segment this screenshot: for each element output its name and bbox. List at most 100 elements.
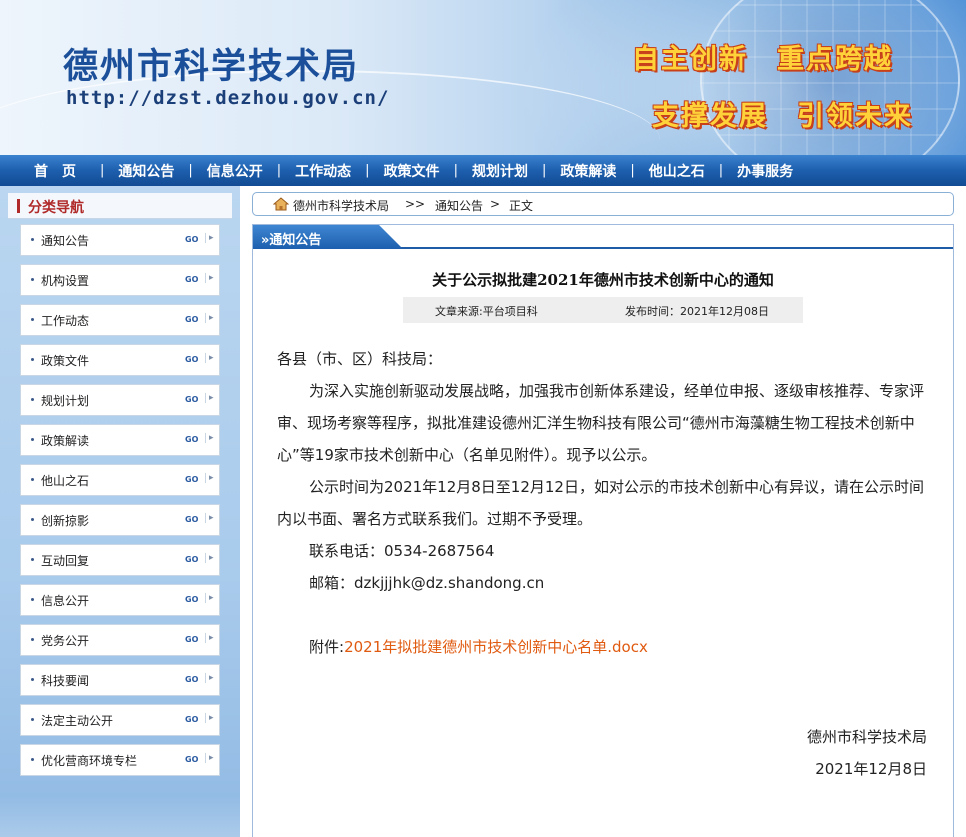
- contact-phone: 联系电话：0534-2687564: [309, 542, 495, 560]
- title-bar-icon: [17, 199, 20, 213]
- bullet-icon: [31, 598, 34, 601]
- article-meta: 文章来源:平台项目科 发布时间：2021年12月08日: [403, 297, 803, 323]
- arrow-right-icon: ▸: [205, 673, 214, 683]
- bullet-icon: [31, 318, 34, 321]
- breadcrumb-current: 正文: [509, 199, 534, 213]
- breadcrumb-separator: >>: [405, 197, 426, 211]
- nav-separator: |: [453, 163, 458, 178]
- sidebar-item-policy-interpretation[interactable]: 政策解读 GO ▸: [20, 424, 220, 456]
- contact-email: 邮箱：dzkjjjhk@dz.shandong.cn: [309, 574, 545, 592]
- article-publish-time: 发布时间：2021年12月08日: [625, 305, 769, 318]
- sidebar-item-label: 互动回复: [41, 554, 90, 568]
- nav-separator: |: [100, 163, 105, 178]
- article-body: 各县（市、区）科技局： 为深入实施创新驱动发展战略，加强我市创新体系建设，经单位…: [277, 343, 929, 663]
- signature-date: 2021年12月8日: [815, 760, 927, 778]
- breadcrumb-home-link[interactable]: 德州市科学技术局: [293, 197, 389, 214]
- bullet-icon: [31, 638, 34, 641]
- nav-separator: |: [630, 163, 635, 178]
- go-icon[interactable]: GO: [185, 275, 198, 284]
- sidebar-item-work-news[interactable]: 工作动态 GO ▸: [20, 304, 220, 336]
- sidebar-item-sci-tech-news[interactable]: 科技要闻 GO ▸: [20, 664, 220, 696]
- sidebar-item-label: 优化营商环境专栏: [41, 754, 138, 768]
- signature-org: 德州市科学技术局: [806, 728, 927, 746]
- go-icon[interactable]: GO: [185, 435, 198, 444]
- go-icon[interactable]: GO: [185, 755, 198, 764]
- bullet-icon: [31, 478, 34, 481]
- breadcrumb-separator: >: [490, 197, 501, 211]
- nav-separator: |: [541, 163, 547, 178]
- sidebar-item-statutory-disclosure[interactable]: 法定主动公开 GO ▸: [20, 704, 220, 736]
- go-icon[interactable]: GO: [185, 395, 198, 404]
- nav-item-policy-docs[interactable]: 政策文件: [384, 161, 440, 181]
- sidebar-item-info-disclosure[interactable]: 信息公开 GO ▸: [20, 584, 220, 616]
- nav-separator: |: [276, 163, 282, 178]
- bullet-icon: [31, 278, 34, 281]
- go-icon[interactable]: GO: [185, 475, 198, 484]
- nav-item-policy-interpretation[interactable]: 政策解读: [560, 161, 616, 181]
- sidebar-item-label: 政策解读: [41, 434, 90, 448]
- arrow-right-icon: ▸: [205, 633, 214, 643]
- breadcrumb-section-link[interactable]: 通知公告: [435, 197, 483, 214]
- arrow-right-icon: ▸: [205, 313, 214, 323]
- home-icon[interactable]: [273, 197, 289, 211]
- breadcrumb: 德州市科学技术局 >> 通知公告 > 正文: [252, 192, 954, 216]
- nav-separator: |: [365, 163, 370, 178]
- nav-item-home[interactable]: 首页: [34, 161, 90, 181]
- sidebar-item-label: 创新掠影: [41, 514, 90, 528]
- sidebar-item-label: 政策文件: [41, 354, 90, 368]
- slogan-line-1: 自主创新 重点跨越: [632, 44, 893, 75]
- arrow-right-icon: ▸: [205, 353, 214, 363]
- article-panel: »通知公告 关于公示拟批建2021年德州市技术创新中心的通知 文章来源:平台项目…: [252, 224, 954, 837]
- sidebar-item-party-affairs[interactable]: 党务公开 GO ▸: [20, 624, 220, 656]
- article-salutation: 各县（市、区）科技局：: [277, 350, 443, 368]
- sidebar-item-policy-docs[interactable]: 政策文件 GO ▸: [20, 344, 220, 376]
- article-signature: 德州市科学技术局 2021年12月8日: [807, 721, 927, 785]
- sidebar-item-label: 信息公开: [41, 594, 90, 608]
- go-icon[interactable]: GO: [185, 235, 198, 244]
- go-icon[interactable]: GO: [185, 555, 198, 564]
- sidebar-item-label: 法定主动公开: [41, 714, 114, 728]
- sidebar-title: 分类导航: [8, 193, 232, 219]
- arrow-right-icon: ▸: [205, 433, 214, 443]
- nav-item-services[interactable]: 办事服务: [737, 161, 793, 181]
- bullet-icon: [31, 558, 34, 561]
- sidebar-item-label: 他山之石: [41, 474, 90, 488]
- sidebar-title-text: 分类导航: [28, 200, 84, 216]
- go-icon[interactable]: GO: [185, 635, 198, 644]
- arrow-right-icon: ▸: [205, 473, 214, 483]
- bullet-icon: [31, 238, 34, 241]
- attachment-link[interactable]: 2021年拟批建德州市技术创新中心名单.docx: [344, 638, 648, 656]
- attachment-label: 附件:: [309, 638, 345, 656]
- sidebar-item-interactive-replies[interactable]: 互动回复 GO ▸: [20, 544, 220, 576]
- sidebar-item-label: 通知公告: [41, 234, 90, 248]
- go-icon[interactable]: GO: [185, 715, 198, 724]
- nav-item-notices[interactable]: 通知公告: [118, 161, 174, 181]
- sidebar-item-plans[interactable]: 规划计划 GO ▸: [20, 384, 220, 416]
- nav-item-info-disclosure[interactable]: 信息公开: [207, 161, 263, 181]
- nav-item-references[interactable]: 他山之石: [649, 161, 705, 181]
- panel-header: »通知公告: [253, 225, 953, 249]
- nav-item-work-news[interactable]: 工作动态: [295, 161, 351, 181]
- article-source: 文章来源:平台项目科: [435, 305, 538, 318]
- sidebar-item-notices[interactable]: 通知公告 GO ▸: [20, 224, 220, 256]
- go-icon[interactable]: GO: [185, 315, 198, 324]
- bullet-icon: [31, 358, 34, 361]
- nav-separator: |: [718, 163, 724, 178]
- arrow-right-icon: ▸: [205, 753, 214, 763]
- sidebar-item-innovation-snapshots[interactable]: 创新掠影 GO ▸: [20, 504, 220, 536]
- article-paragraph: 为深入实施创新驱动发展战略，加强我市创新体系建设，经单位申报、逐级审核推荐、专家…: [277, 382, 925, 464]
- category-sidebar: 分类导航 通知公告 GO ▸ 机构设置 GO ▸ 工作动态 GO ▸ 政策文件 GO ▸ 规划计…: [0, 186, 240, 837]
- go-icon[interactable]: GO: [185, 515, 198, 524]
- go-icon[interactable]: GO: [185, 595, 198, 604]
- sidebar-item-business-environment[interactable]: 优化营商环境专栏 GO ▸: [20, 744, 220, 776]
- nav-item-plans[interactable]: 规划计划: [472, 161, 528, 181]
- sidebar-item-organization[interactable]: 机构设置 GO ▸: [20, 264, 220, 296]
- sidebar-item-references[interactable]: 他山之石 GO ▸: [20, 464, 220, 496]
- arrow-right-icon: ▸: [205, 273, 214, 283]
- go-icon[interactable]: GO: [185, 675, 198, 684]
- go-icon[interactable]: GO: [185, 355, 198, 364]
- header-banner: 德州市科学技术局 http://dzst.dezhou.gov.cn/ 自主创新…: [0, 0, 966, 155]
- bullet-icon: [31, 678, 34, 681]
- bullet-icon: [31, 438, 34, 441]
- arrow-right-icon: ▸: [205, 393, 214, 403]
